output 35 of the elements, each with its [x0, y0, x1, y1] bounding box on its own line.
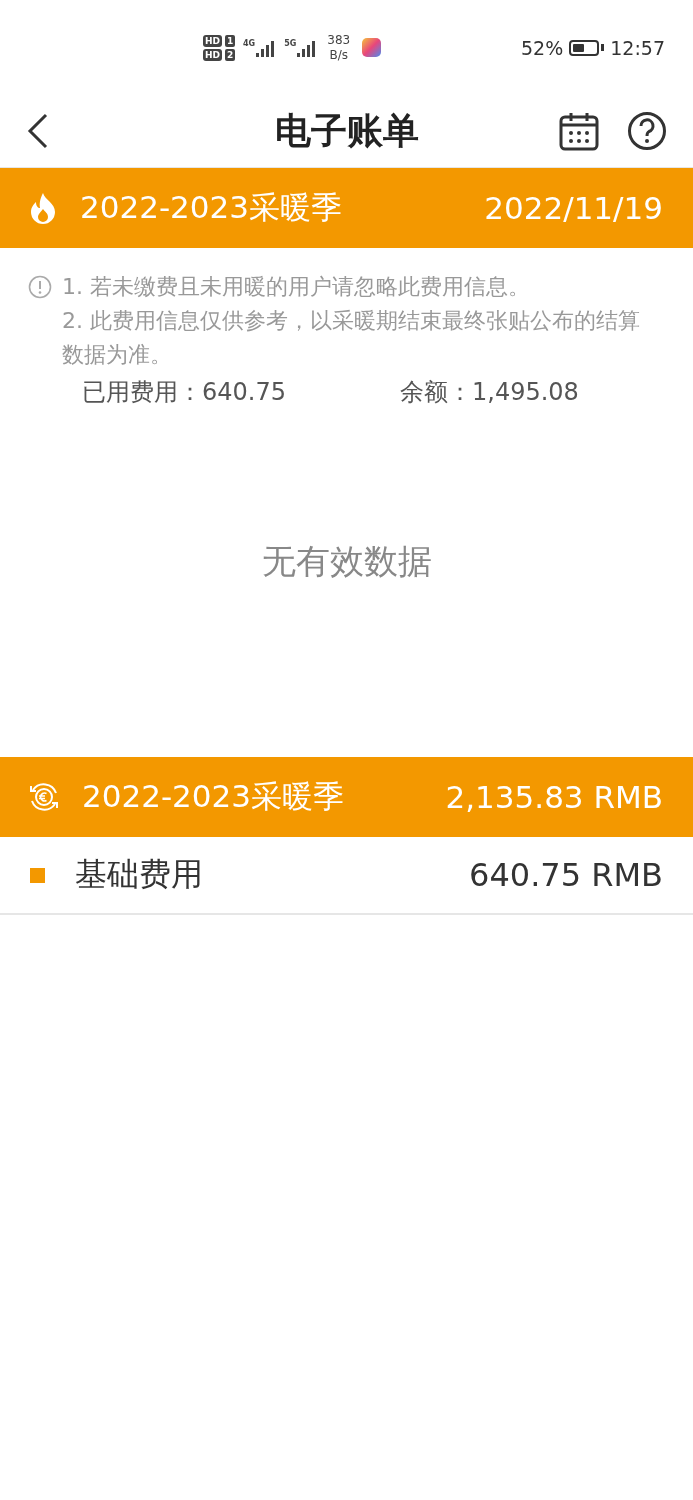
hd-label: HD — [203, 34, 222, 47]
network-type: 5G — [284, 38, 297, 48]
back-button[interactable] — [26, 113, 50, 149]
bill-date: 2022/11/19 — [484, 190, 663, 226]
clock: 12:57 — [610, 36, 665, 59]
signal-icon — [256, 38, 277, 57]
battery-percent: 52% — [521, 36, 564, 59]
flame-icon — [28, 192, 58, 224]
speed-value: 383 — [327, 32, 351, 48]
page-title: 电子账单 — [274, 109, 419, 151]
notice-text: 2. 此费用信息仅供参考，以采暖期结束最终张贴公布的结算数据为准。 — [62, 307, 641, 369]
calendar-icon[interactable] — [559, 111, 599, 151]
summary-value: 640.75 — [202, 378, 286, 406]
summary-label: 已用费用： — [82, 378, 202, 406]
currency-icon — [28, 781, 60, 813]
season-title: 2022-2023采暖季 — [80, 188, 342, 227]
bullet-icon — [30, 867, 45, 883]
battery-icon — [569, 39, 600, 56]
fee-amount: 640.75 RMB — [469, 856, 663, 894]
season-title: 2022-2023采暖季 — [82, 777, 344, 816]
notice-text: 1. 若未缴费且未用暖的用户请忽略此费用信息。 — [62, 273, 531, 301]
summary-label: 余额： — [400, 378, 472, 406]
sim-number: 2 — [225, 48, 235, 61]
hd-label: HD — [203, 48, 222, 61]
fee-name: 基础费用 — [75, 854, 203, 895]
network-type: 4G — [243, 38, 256, 48]
help-icon[interactable] — [627, 111, 667, 151]
summary-value: 1,495.08 — [472, 378, 579, 406]
sim-number: 1 — [225, 34, 235, 47]
speed-unit: B/s — [329, 47, 348, 63]
app-icon — [362, 38, 382, 57]
signal-icon — [297, 38, 318, 57]
total-amount: 2,135.83 RMB — [445, 779, 663, 815]
info-icon — [28, 275, 52, 299]
empty-message: 无有效数据 — [261, 540, 432, 583]
